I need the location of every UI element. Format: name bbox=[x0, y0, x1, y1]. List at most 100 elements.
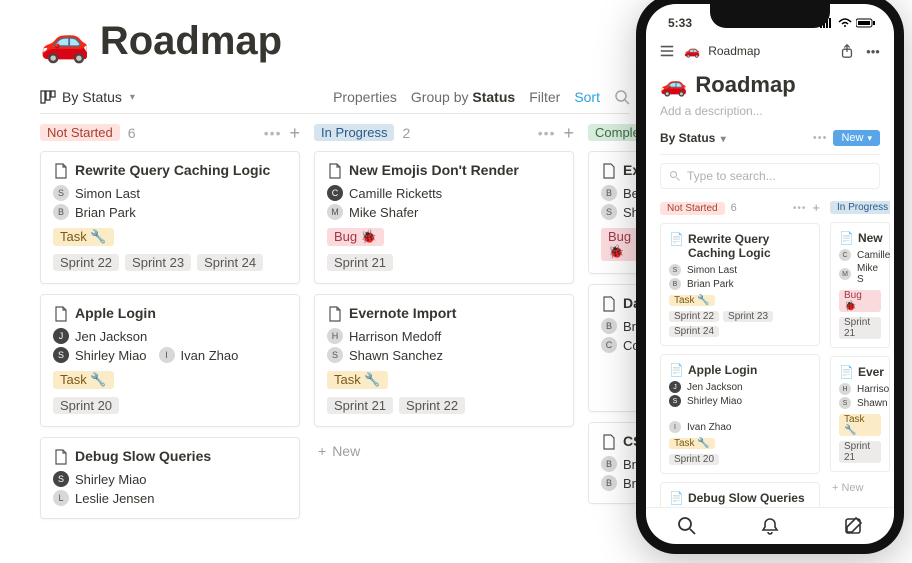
description-placeholder[interactable]: Add a description... bbox=[660, 104, 880, 118]
phone-mockup: 5:33 🚗 Roadmap ••• 🚗 Roadmap Add a descr… bbox=[636, 0, 904, 554]
column-menu-icon[interactable]: ••• bbox=[264, 125, 282, 141]
card[interactable]: 📄Apple Login JJen Jackson SShirley Miao … bbox=[660, 354, 820, 474]
card-title: Apple Login bbox=[75, 305, 156, 321]
board-icon bbox=[40, 89, 56, 105]
avatar: M bbox=[327, 204, 343, 220]
avatar: S bbox=[601, 204, 617, 220]
sort-button[interactable]: Sort bbox=[574, 89, 600, 105]
page-icon bbox=[601, 434, 617, 450]
column-count: 6 bbox=[128, 125, 136, 141]
page-icon bbox=[53, 306, 69, 322]
phone-column-not-started: Not Started 6 ••• + 📄Rewrite Query Cachi… bbox=[660, 201, 820, 507]
nav-compose-icon[interactable] bbox=[843, 516, 863, 536]
avatar: S bbox=[53, 471, 69, 487]
page-emoji: 🚗 bbox=[40, 18, 90, 65]
status-indicators bbox=[820, 18, 876, 28]
assignee: IIvan Zhao bbox=[159, 347, 239, 363]
add-card-button[interactable]: + New bbox=[314, 437, 574, 465]
column-add-icon[interactable]: + bbox=[812, 201, 820, 215]
column-add-icon[interactable]: + bbox=[289, 126, 300, 140]
column-in-progress: In Progress 2 ••• + New Emojis Don't Ren… bbox=[314, 124, 574, 529]
assignee: HHarrison Medoff bbox=[327, 328, 561, 344]
type-tag: Bug 🐞 bbox=[327, 228, 384, 246]
card[interactable]: 📄Ever HHarriso SShawn Task 🔧 Sprint 21 bbox=[830, 356, 890, 472]
filter-button[interactable]: Filter bbox=[529, 89, 560, 105]
column-status-chip[interactable]: Not Started bbox=[660, 202, 725, 215]
avatar: B bbox=[601, 456, 617, 472]
column-status-chip[interactable]: Not Started bbox=[40, 124, 120, 141]
phone-page-title: 🚗 Roadmap bbox=[660, 72, 880, 98]
page-icon bbox=[327, 306, 343, 322]
card[interactable]: Evernote Import HHarrison Medoff SShawn … bbox=[314, 294, 574, 427]
card-title: Debug Slow Queries bbox=[75, 448, 211, 464]
sprint-tag: Sprint 24 bbox=[197, 254, 263, 271]
card[interactable]: Apple Login JJen Jackson SShirley Miao I… bbox=[40, 294, 300, 427]
column-status-chip[interactable]: In Progress bbox=[314, 124, 394, 141]
view-menu-icon[interactable]: ••• bbox=[813, 132, 828, 144]
page-icon bbox=[53, 449, 69, 465]
column-menu-icon[interactable]: ••• bbox=[538, 125, 556, 141]
nav-notifications-icon[interactable] bbox=[760, 516, 780, 536]
avatar: B bbox=[601, 185, 617, 201]
assignee: SShirley Miao bbox=[53, 471, 287, 487]
chevron-down-icon: ▾ bbox=[130, 92, 135, 103]
avatar: C bbox=[327, 185, 343, 201]
breadcrumb-title[interactable]: Roadmap bbox=[708, 44, 760, 58]
page-icon bbox=[53, 163, 69, 179]
sprint-tag: Sprint 21 bbox=[327, 254, 393, 271]
status-time: 5:33 bbox=[668, 16, 692, 30]
assignee: BBee bbox=[601, 185, 635, 201]
page-icon bbox=[601, 296, 617, 312]
phone-body: 🚗 Roadmap Add a description... By Status… bbox=[646, 66, 894, 507]
add-card-button[interactable]: + New bbox=[830, 480, 890, 496]
avatar: H bbox=[327, 328, 343, 344]
type-tag: Task 🔧 bbox=[53, 371, 114, 389]
column-header: In Progress 2 ••• + bbox=[314, 124, 574, 141]
card[interactable]: Debug Slow Queries SShirley Miao LLeslie… bbox=[40, 437, 300, 519]
group-by-button[interactable]: Group by Status bbox=[411, 89, 515, 105]
page-icon bbox=[327, 163, 343, 179]
assignee: LLeslie Jensen bbox=[53, 490, 287, 506]
new-button[interactable]: New bbox=[833, 130, 880, 146]
page-icon bbox=[601, 163, 617, 179]
view-selector[interactable]: By Status ▾ bbox=[40, 89, 135, 105]
phone-column-in-progress: In Progress 📄New CCamille MMike S Bug 🐞 … bbox=[830, 201, 890, 507]
search-icon[interactable] bbox=[614, 89, 630, 105]
page-icon: 📄 bbox=[669, 363, 684, 377]
avatar: S bbox=[53, 347, 69, 363]
view-selector[interactable]: By Status ▾ bbox=[660, 131, 726, 145]
page-icon: 📄 bbox=[669, 491, 684, 505]
properties-button[interactable]: Properties bbox=[333, 89, 397, 105]
column-not-started: Not Started 6 ••• + Rewrite Query Cachin… bbox=[40, 124, 300, 529]
card[interactable]: Rewrite Query Caching Logic SSimon Last … bbox=[40, 151, 300, 284]
column-status-chip[interactable]: In Progress bbox=[830, 201, 890, 214]
card[interactable]: 📄Rewrite Query Caching Logic SSimon Last… bbox=[660, 223, 820, 346]
assignee: BBrian Park bbox=[53, 204, 287, 220]
avatar: I bbox=[159, 347, 175, 363]
column-add-icon[interactable]: + bbox=[563, 126, 574, 140]
assignee: CCamille Ricketts bbox=[327, 185, 561, 201]
sprint-tag: Sprint 22 bbox=[53, 254, 119, 271]
breadcrumb-emoji: 🚗 bbox=[684, 43, 700, 59]
nav-search-icon[interactable] bbox=[677, 516, 697, 536]
assignee: BBria bbox=[601, 456, 635, 472]
avatar: B bbox=[53, 204, 69, 220]
card[interactable]: New Emojis Don't Render CCamille Rickett… bbox=[314, 151, 574, 284]
assignee: SSimon Last bbox=[53, 185, 287, 201]
assignee: BBria bbox=[601, 318, 635, 334]
card[interactable]: 📄Debug Slow Queries SShirley Miao bbox=[660, 482, 820, 507]
card[interactable]: 📄New CCamille MMike S Bug 🐞 Sprint 21 bbox=[830, 222, 890, 348]
avatar: S bbox=[53, 185, 69, 201]
more-icon[interactable]: ••• bbox=[864, 42, 882, 60]
card-title: New Emojis Don't Render bbox=[349, 162, 519, 178]
assignee: SShi bbox=[601, 204, 635, 220]
search-input[interactable]: Type to search... bbox=[660, 163, 880, 189]
column-count: 2 bbox=[402, 125, 410, 141]
column-menu-icon[interactable]: ••• bbox=[793, 203, 807, 214]
hamburger-icon[interactable] bbox=[658, 42, 676, 60]
card-title: Rewrite Query Caching Logic bbox=[75, 162, 270, 178]
phone-view-row: By Status ▾ ••• New bbox=[660, 130, 880, 155]
search-icon bbox=[669, 170, 681, 182]
share-icon[interactable] bbox=[838, 42, 856, 60]
type-tag: Task 🔧 bbox=[327, 371, 388, 389]
